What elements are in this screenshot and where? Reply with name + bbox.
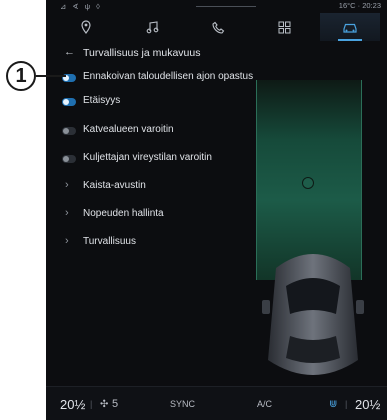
menu-item-label: Ennakoivan taloudellisen ajon opastus: [83, 71, 254, 82]
car-icon: [343, 23, 357, 33]
menu-item-label: Kuljettajan vireystilan varoitin: [83, 152, 212, 163]
chevron-right-icon: ›: [65, 235, 69, 247]
left-temperature[interactable]: 20½: [60, 397, 85, 412]
menu-item-lane-assist[interactable]: › Kaista-avustin: [46, 175, 276, 199]
page-title: Turvallisuus ja mukavuus: [83, 47, 201, 59]
fan-level: 5: [112, 398, 119, 410]
toggle-switch[interactable]: [62, 155, 76, 163]
back-arrow-icon[interactable]: ←: [64, 46, 75, 58]
right-temperature[interactable]: 20½: [355, 397, 380, 412]
menu-item-safety[interactable]: › Turvallisuus: [46, 231, 276, 255]
status-divider: [196, 6, 256, 7]
status-bar: ⊿ ∢ ψ ◊ 16°C · 20:23: [46, 0, 387, 12]
menu-item-blind-spot-warning[interactable]: Katvealueen varoitin: [46, 119, 276, 143]
toggle-switch[interactable]: [62, 127, 76, 135]
chevron-right-icon: ›: [65, 179, 69, 191]
menu-item-distance[interactable]: Etäisyys: [46, 90, 276, 114]
page-header: ← Turvallisuus ja mukavuus: [46, 44, 306, 62]
vehicle-illustration: [262, 254, 364, 375]
ac-button[interactable]: A/C: [257, 399, 272, 409]
tab-vehicle[interactable]: [320, 13, 380, 41]
menu-item-label: Katvealueen varoitin: [83, 124, 174, 135]
menu-item-label: Etäisyys: [83, 95, 121, 106]
tab-music[interactable]: [122, 13, 182, 41]
assist-indicator-icon: [302, 177, 314, 189]
location-pin-icon: [81, 20, 91, 34]
fan-icon[interactable]: ✣: [100, 399, 108, 410]
callout-number-badge: 1: [6, 61, 36, 91]
menu-item-speed-control[interactable]: › Nopeuden hallinta: [46, 203, 276, 227]
menu-item-label: Nopeuden hallinta: [83, 208, 164, 219]
toggle-knob: [63, 156, 69, 162]
tab-apps[interactable]: [254, 13, 314, 41]
temperature-clock: 16°C · 20:23: [338, 1, 381, 10]
apps-grid-icon: [278, 21, 290, 33]
toggle-knob: [63, 99, 69, 105]
seat-heat-icon[interactable]: ⋓: [329, 399, 337, 410]
chevron-right-icon: ›: [65, 207, 69, 219]
toggle-switch[interactable]: [62, 98, 76, 106]
menu-item-driver-alertness-warning[interactable]: Kuljettajan vireystilan varoitin: [46, 147, 276, 171]
separator: |: [345, 399, 348, 409]
callout-leader-line: [36, 75, 66, 77]
music-note-icon: [146, 20, 158, 33]
phone-icon: [211, 21, 224, 34]
top-navigation: [46, 13, 387, 41]
status-icons: ⊿ ∢ ψ ◊: [60, 2, 102, 11]
toggle-knob: [63, 128, 69, 134]
separator: |: [90, 399, 93, 409]
climate-bar: 20½ | ✣ 5 SYNC A/C ⋓ | 20½: [46, 386, 387, 420]
tab-navigation[interactable]: [56, 13, 116, 41]
tab-phone[interactable]: [188, 13, 248, 41]
menu-item-label: Turvallisuus: [83, 236, 136, 247]
menu-item-eco-driving-guide[interactable]: Ennakoivan taloudellisen ajon opastus: [46, 66, 276, 90]
sync-button[interactable]: SYNC: [170, 399, 195, 409]
infotainment-screen: ⊿ ∢ ψ ◊ 16°C · 20:23 ← Turvallisuus ja m…: [46, 0, 387, 420]
menu-item-label: Kaista-avustin: [83, 180, 146, 191]
